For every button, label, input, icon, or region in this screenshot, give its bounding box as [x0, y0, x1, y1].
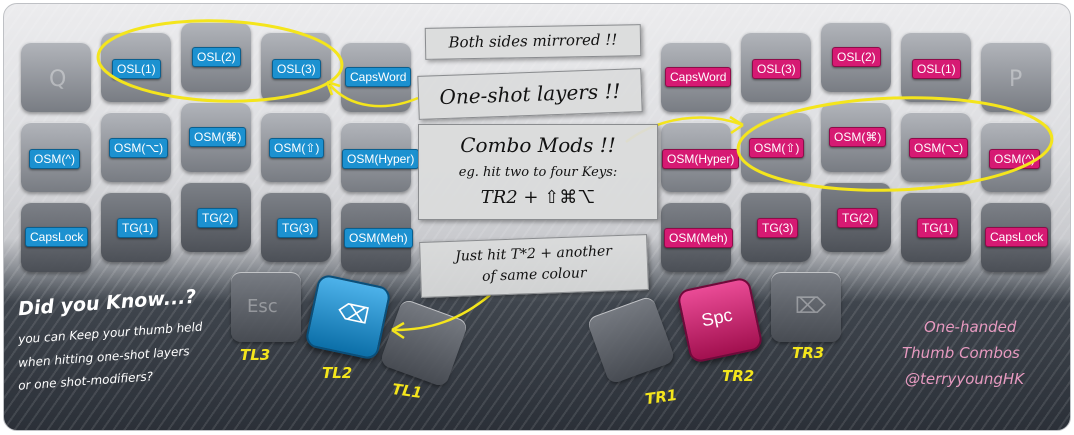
credit-line1: One-handed	[924, 318, 1017, 336]
keyboard-combo-cheatsheet: Q P Esc ⌫ Spc ⌦ OSL(1) OSL(2) OSL(3) Cap…	[0, 0, 1074, 435]
note-just-hit: Just hit T*2 + another of same colour	[419, 234, 649, 298]
credit-line2: Thumb Combos	[902, 344, 1020, 362]
note-combo-title: Combo Mods !!	[460, 133, 616, 157]
note-one-shot-layers: One-shot layers !!	[417, 68, 643, 120]
note-both-sides-mirrored: Both sides mirrored !!	[424, 24, 642, 60]
note-just-line1: Just hit T*2 + another	[454, 243, 613, 265]
thumb-name-tr3: TR3	[792, 344, 825, 362]
note-combo-mods: Combo Mods !! eg. hit two to four Keys: …	[418, 124, 658, 220]
arrow-oneshot	[329, 84, 419, 108]
note-combo-line1: eg. hit two to four Keys:	[458, 165, 618, 180]
thumb-name-tl3: TL3	[240, 346, 271, 364]
arrow-thumb	[394, 294, 491, 332]
thumb-name-tl2: TL2	[322, 364, 353, 382]
note-oneshot-text: One-shot layers !!	[439, 78, 621, 110]
highlight-ellipse-combo	[736, 96, 1054, 192]
note-mirrored-text: Both sides mirrored !!	[448, 30, 618, 52]
credit-line3: @terryyoungHK	[905, 370, 1025, 388]
thumb-name-tr2: TR2	[722, 367, 755, 385]
note-just-line2: of same colour	[481, 265, 587, 285]
highlight-ellipse-oneshot	[96, 19, 344, 103]
arrow-combo-head	[729, 115, 744, 135]
note-combo-line2: TR2 + ⇧⌘⌥	[480, 187, 596, 208]
